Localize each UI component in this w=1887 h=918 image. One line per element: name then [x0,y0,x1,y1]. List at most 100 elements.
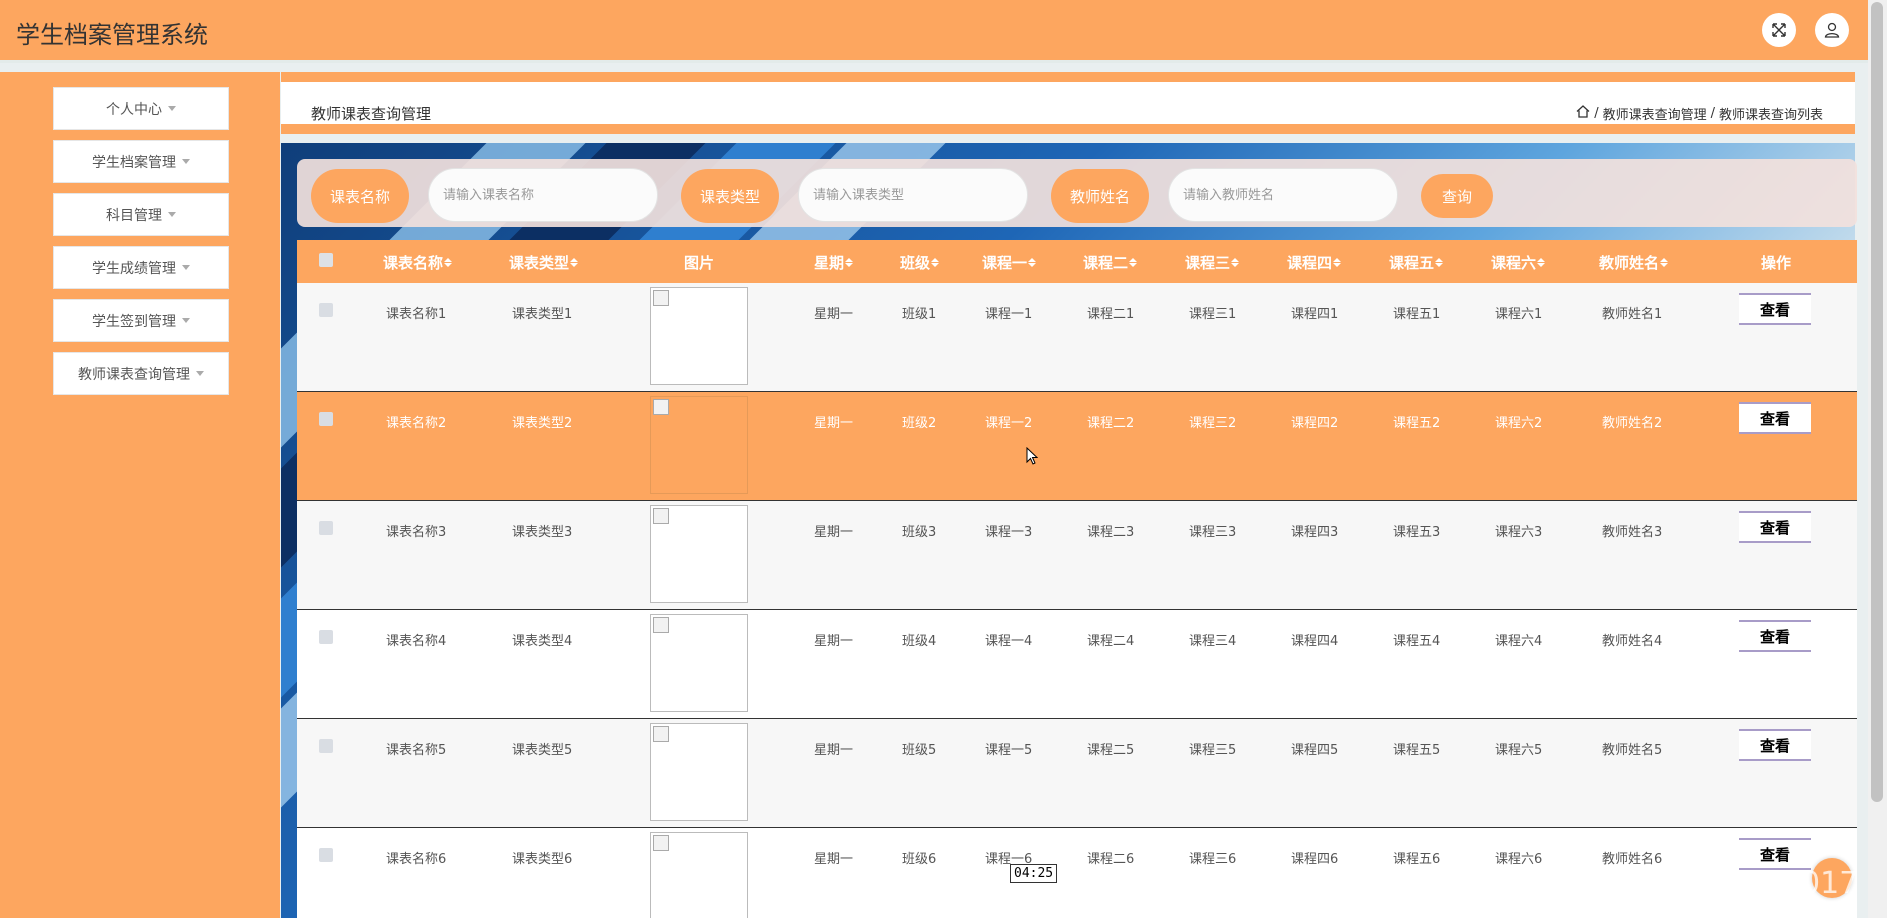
broken-image-icon [653,835,669,851]
row-checkbox[interactable] [319,848,333,862]
row-checkbox[interactable] [319,630,333,644]
breadcrumb-current: 教师课表查询列表 [1718,108,1823,123]
cell-course-name: 课表名称5 [386,743,447,758]
cell-course4: 课程四5 [1291,743,1339,758]
cell-class: 班级1 [902,307,937,322]
schedule-image [650,723,748,821]
table-row[interactable]: 课表名称4 课表类型4 星期一 班级4 课程一4 课程二4 课程三4 课程四4 课程五4 课程六4… [297,610,1857,719]
table-row[interactable]: 课表名称2 课表类型2 星期一 班级2 课程一2 课程二2 课程三2 课程四2 课程五2 课程六2… [297,392,1857,501]
sidebar-item-checkin[interactable]: 学生签到管理 [53,299,229,342]
table-row[interactable]: 课表名称5 课表类型5 星期一 班级5 课程一5 课程二5 课程三5 课程四5 课程五5 课程六5… [297,719,1857,828]
cell-course3: 课程三6 [1189,852,1237,867]
sidebar-item-personal-center[interactable]: 个人中心 [53,87,229,130]
sort-icon[interactable] [1435,258,1444,267]
video-timestamp-tooltip: 04:25 [1010,864,1058,883]
cell-course6: 课程六6 [1495,852,1543,867]
cell-weekday: 星期一 [814,634,854,649]
cell-class: 班级3 [902,525,937,540]
accent-strip [281,72,1855,82]
header-course6[interactable]: 课程六 [1491,252,1546,273]
view-button[interactable]: 查看 [1739,402,1811,434]
header-course3[interactable]: 课程三 [1185,252,1240,273]
teacher-name-input[interactable] [1168,168,1398,222]
cell-course1: 课程一5 [985,743,1033,758]
header-class[interactable]: 班级 [900,252,940,273]
cell-course6: 课程六1 [1495,307,1543,322]
cell-course-type: 课表类型1 [512,307,573,322]
cell-teacher-name: 教师姓名4 [1602,634,1663,649]
header-course-type[interactable]: 课表类型 [509,252,579,273]
search-button[interactable]: 查询 [1421,174,1493,218]
select-all-checkbox[interactable] [319,253,333,267]
view-button[interactable]: 查看 [1739,620,1811,652]
broken-image-icon [653,290,669,306]
cell-course6: 课程六2 [1495,416,1543,431]
fullscreen-icon[interactable] [1762,13,1796,47]
cell-course5: 课程五6 [1393,852,1441,867]
table-header: 课表名称 课表类型 图片 星期 班级 课程一 课程二 课程三 课程四 课程五 课… [297,240,1857,283]
cell-course4: 课程四1 [1291,307,1339,322]
header-course4[interactable]: 课程四 [1287,252,1342,273]
user-icon[interactable] [1815,13,1849,47]
accent-strip [281,124,1855,134]
row-checkbox[interactable] [319,412,333,426]
view-button[interactable]: 查看 [1739,511,1811,543]
cell-course2: 课程二4 [1087,634,1135,649]
row-checkbox[interactable] [319,521,333,535]
chevron-down-icon [182,159,190,164]
sidebar-item-teacher-schedule[interactable]: 教师课表查询管理 [53,352,229,395]
schedule-table: 课表名称 课表类型 图片 星期 班级 课程一 课程二 课程三 课程四 课程五 课… [297,240,1857,918]
table-row[interactable]: 课表名称3 课表类型3 星期一 班级3 课程一3 课程二3 课程三3 课程四3 课程五3 课程六3… [297,501,1857,610]
sort-icon[interactable] [1231,258,1240,267]
header-course-name[interactable]: 课表名称 [383,252,453,273]
header-course5[interactable]: 课程五 [1389,252,1444,273]
sort-icon[interactable] [1129,258,1138,267]
course-name-input[interactable] [428,168,658,222]
cell-course-name: 课表名称2 [386,416,447,431]
sort-icon[interactable] [444,258,453,267]
course-type-input[interactable] [798,168,1028,222]
schedule-image [650,396,748,494]
cell-course1: 课程一1 [985,307,1033,322]
sidebar-item-subject[interactable]: 科目管理 [53,193,229,236]
cell-course-type: 课表类型4 [512,634,573,649]
header-label: 课程四 [1287,254,1333,272]
header-teacher-name[interactable]: 教师姓名 [1599,252,1669,273]
sort-icon[interactable] [1537,258,1546,267]
header-label: 教师姓名 [1599,254,1660,272]
cell-course1: 课程一3 [985,525,1033,540]
chevron-down-icon [168,106,176,111]
cell-teacher-name: 教师姓名5 [1602,743,1663,758]
header-course1[interactable]: 课程一 [982,252,1037,273]
sort-icon[interactable] [570,258,579,267]
cell-weekday: 星期一 [814,416,854,431]
view-button[interactable]: 查看 [1739,729,1811,761]
home-icon[interactable] [1576,105,1590,122]
view-button[interactable]: 查看 [1739,293,1811,325]
sort-icon[interactable] [1660,258,1669,267]
cell-course5: 课程五1 [1393,307,1441,322]
schedule-image [650,505,748,603]
sidebar-item-student-archive[interactable]: 学生档案管理 [53,140,229,183]
table-row[interactable]: 课表名称1 课表类型1 星期一 班级1 课程一1 课程二1 课程三1 课程四1 课程五1 课程六1… [297,283,1857,392]
sort-icon[interactable] [931,258,940,267]
schedule-image [650,614,748,712]
breadcrumb-link[interactable]: 教师课表查询管理 [1603,104,1707,123]
sort-icon[interactable] [845,258,854,267]
scrollbar-thumb[interactable] [1871,2,1883,802]
cell-weekday: 星期一 [814,852,854,867]
cell-course-name: 课表名称3 [386,525,447,540]
cell-course-type: 课表类型2 [512,416,573,431]
cell-course2: 课程二6 [1087,852,1135,867]
row-checkbox[interactable] [319,739,333,753]
header-weekday[interactable]: 星期 [814,252,854,273]
sidebar-item-label: 科目管理 [106,207,162,224]
sidebar-item-grades[interactable]: 学生成绩管理 [53,246,229,289]
sort-icon[interactable] [1028,258,1037,267]
row-checkbox[interactable] [319,303,333,317]
sort-icon[interactable] [1333,258,1342,267]
page-scrollbar[interactable] [1868,0,1887,918]
header-course2[interactable]: 课程二 [1083,252,1138,273]
cell-course1: 课程一4 [985,634,1033,649]
cell-teacher-name: 教师姓名1 [1602,307,1663,322]
